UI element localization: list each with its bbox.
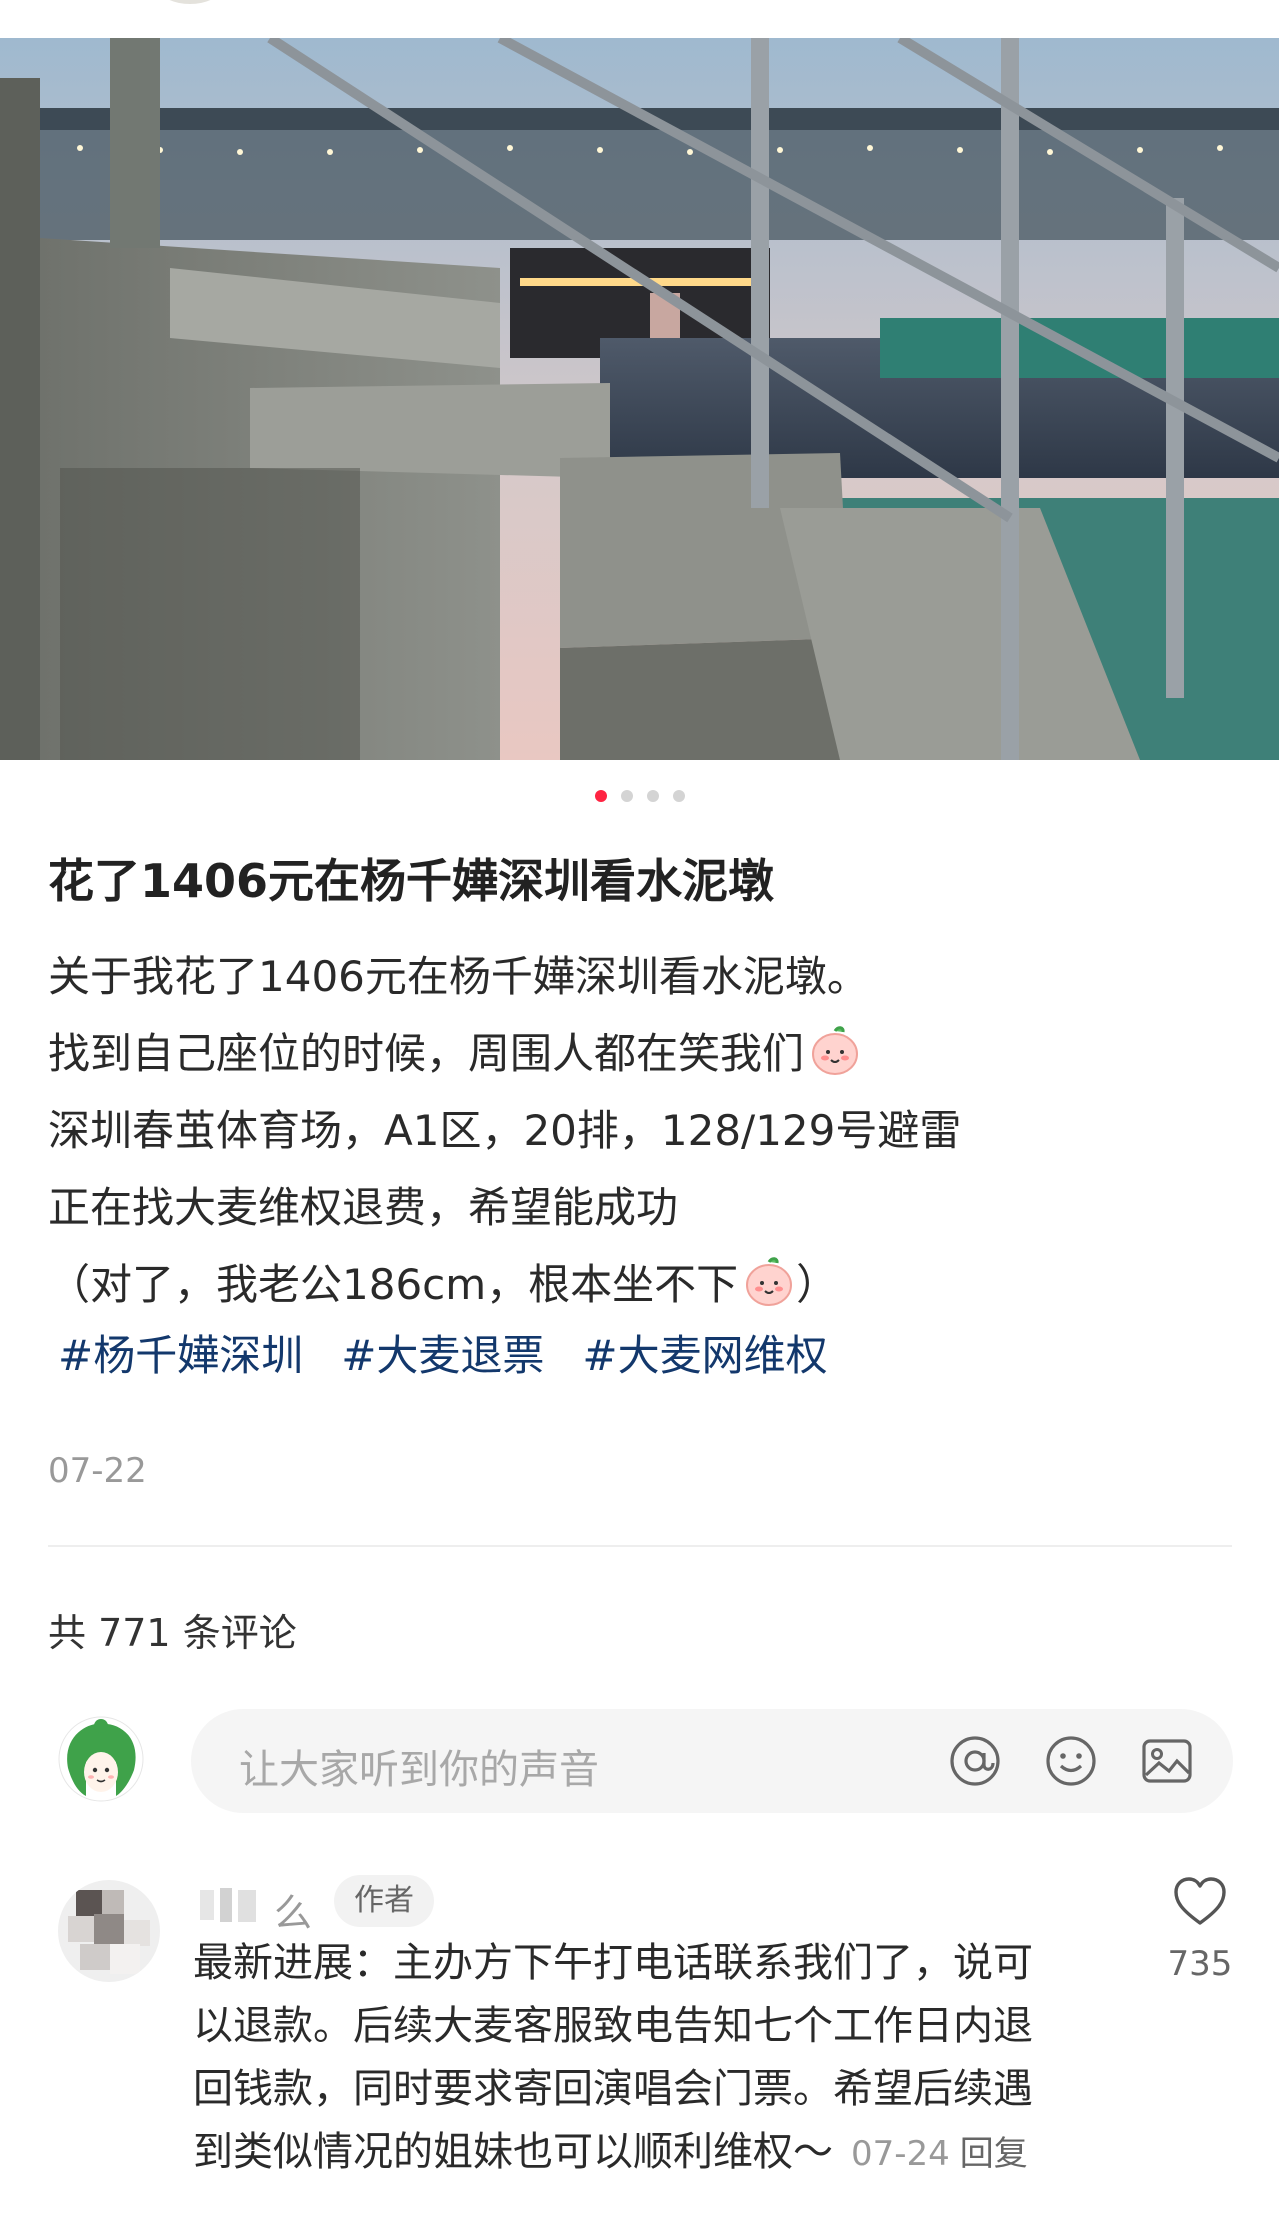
topic-tag[interactable]: #杨千嬅深圳 (58, 1322, 303, 1383)
peach-face-emoji-icon (812, 1025, 859, 1075)
image-icon[interactable] (1139, 1733, 1195, 1789)
comment-date: 07-24 (851, 2134, 950, 2174)
comment-line: 回钱款，同时要求寄回演唱会门票。希望后续遇 (193, 2066, 1033, 2112)
comment-line: 以退款。后续大麦客服致电告知七个工作日内退 (193, 2003, 1033, 2049)
body-line: 关于我花了1406元在杨千嬅深圳看水泥墩。 (48, 938, 961, 1015)
topic-tag[interactable]: #大麦网维权 (582, 1322, 827, 1383)
commenter-name-text: 么 (274, 1891, 313, 1935)
topic-tag[interactable]: #大麦退票 (341, 1322, 544, 1383)
at-icon[interactable] (947, 1733, 1003, 1789)
body-line: 找到自己座位的时候，周围人都在笑我们 (48, 1015, 961, 1092)
comment-placeholder: 让大家听到你的声音 (239, 1747, 599, 1793)
post-image[interactable] (0, 38, 1279, 760)
body-text: ） (796, 1260, 839, 1309)
body-text: 深圳春茧体育场，A1区，20排，128/129号避雷 (48, 1106, 962, 1155)
reply-button[interactable]: 回复 (960, 2134, 1028, 2174)
like-count: 735 (1167, 1944, 1233, 1984)
body-line: （对了，我老公186cm，根本坐不下 ） (48, 1246, 961, 1323)
heart-icon[interactable] (1172, 1876, 1228, 1928)
carousel-dot (646, 790, 659, 802)
comment-line: 最新进展：主办方下午打电话联系我们了，说可 (193, 1940, 1033, 1986)
commenter-avatar[interactable] (58, 1880, 160, 1982)
blurred-username (200, 1888, 256, 1922)
body-text: 关于我花了1406元在杨千嬅深圳看水泥墩。 (48, 952, 869, 1001)
comment-input[interactable]: 让大家听到你的声音 (191, 1709, 1233, 1813)
carousel-indicator (0, 788, 1279, 804)
body-text: 找到自己座位的时候，周围人都在笑我们 (48, 1029, 805, 1078)
comment-count: 共 771 条评论 (48, 1611, 297, 1655)
divider (48, 1545, 1232, 1547)
carousel-dot (672, 790, 685, 802)
commenter-name[interactable]: 么 (196, 1880, 316, 1935)
comment-line: 到类似情况的姐妹也可以顺利维权～ 07-24 回复 (193, 2121, 1093, 2184)
peach-face-emoji-icon (746, 1256, 793, 1306)
top-strip (0, 0, 1279, 38)
comment-body: 最新进展：主办方下午打电话联系我们了，说可 以退款。后续大麦客服致电告知七个工作… (193, 1932, 1093, 2184)
post-body: 关于我花了1406元在杨千嬅深圳看水泥墩。 找到自己座位的时候，周围人都在笑我们… (48, 938, 961, 1323)
emoji-icon[interactable] (1043, 1733, 1099, 1789)
carousel-dot (620, 790, 633, 802)
body-line: 正在找大麦维权退费，希望能成功 (48, 1169, 961, 1246)
body-line: 深圳春茧体育场，A1区，20排，128/129号避雷 (48, 1092, 961, 1169)
user-avatar[interactable] (58, 1716, 144, 1802)
body-text: 正在找大麦维权退费，希望能成功 (48, 1183, 679, 1232)
post-date: 07-22 (48, 1451, 147, 1491)
author-avatar-edge[interactable] (160, 0, 220, 4)
topic-tags: #杨千嬅深圳 #大麦退票 #大麦网维权 (58, 1322, 828, 1383)
carousel-dot-active (594, 790, 607, 802)
stadium-photo (0, 38, 1279, 760)
comment-text: 到类似情况的姐妹也可以顺利维权～ (193, 2129, 833, 2175)
body-text: （对了，我老公186cm，根本坐不下 (48, 1260, 739, 1309)
author-badge: 作者 (334, 1875, 434, 1927)
post-title: 花了1406元在杨千嬅深圳看水泥墩 (48, 854, 775, 908)
